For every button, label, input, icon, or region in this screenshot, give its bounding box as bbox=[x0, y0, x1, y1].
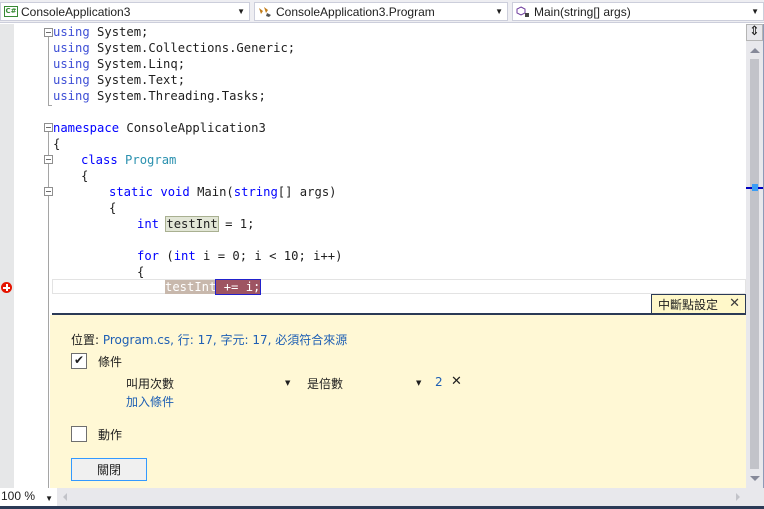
scroll-left-icon[interactable] bbox=[63, 493, 67, 501]
code-line: int testInt = 1; bbox=[137, 216, 255, 232]
breakpoint-settings-tab: 中斷點設定 ✕ bbox=[651, 294, 746, 314]
conditions-label: 條件 bbox=[98, 355, 123, 369]
code-line: for (int i = 0; i < 10; i++) bbox=[137, 249, 343, 263]
remove-condition-icon[interactable]: ✕ bbox=[451, 374, 462, 389]
member-dropdown[interactable]: Main(string[] args) ▼ bbox=[512, 2, 764, 21]
code-line: { bbox=[81, 169, 89, 183]
close-icon[interactable]: ✕ bbox=[729, 296, 740, 311]
code-line: using System.Collections.Generic; bbox=[53, 41, 296, 55]
class-dropdown[interactable]: ConsoleApplication3.Program ▼ bbox=[254, 2, 508, 21]
zoom-dropdown[interactable]: 100 % ▼ bbox=[0, 488, 57, 506]
code-line: { bbox=[137, 265, 145, 279]
code-line: using System; bbox=[53, 25, 149, 39]
method-icon bbox=[516, 5, 530, 18]
collapse-toggle[interactable] bbox=[44, 123, 53, 132]
chevron-down-icon: ▼ bbox=[751, 7, 759, 16]
scroll-up-icon[interactable] bbox=[750, 48, 760, 53]
location-line: 位置: Program.cs, 行: 17, 字元: 17, 必須符合來源 bbox=[71, 331, 347, 348]
actions-label: 動作 bbox=[98, 428, 123, 442]
scrollbar-thumb[interactable] bbox=[750, 59, 759, 469]
outline-guide bbox=[48, 105, 52, 106]
code-editor-window: C# ConsoleApplication3 ▼ ConsoleApplicat… bbox=[0, 0, 764, 509]
outline-guide bbox=[48, 36, 49, 106]
location-link[interactable]: Program.cs, 行: 17, 字元: 17, 必須符合來源 bbox=[99, 333, 347, 347]
code-line: namespace ConsoleApplication3 bbox=[53, 121, 266, 135]
code-line: { bbox=[109, 201, 117, 215]
code-line: using System.Text; bbox=[53, 73, 186, 87]
code-line: class Program bbox=[81, 153, 177, 167]
chevron-down-icon: ▼ bbox=[495, 7, 503, 16]
chevron-down-icon: ▼ bbox=[45, 494, 53, 503]
collapse-toggle[interactable] bbox=[44, 187, 53, 196]
condition-operator-dropdown[interactable]: 是倍數 bbox=[307, 375, 343, 392]
split-window-icon[interactable]: ⇕ bbox=[746, 24, 763, 41]
scroll-right-icon[interactable] bbox=[736, 493, 740, 501]
add-condition-link[interactable]: 加入條件 bbox=[126, 393, 174, 410]
breakpoint-marker bbox=[752, 184, 758, 191]
csharp-project-icon: C# bbox=[4, 6, 18, 17]
location-label: 位置: bbox=[71, 333, 100, 347]
collapse-toggle[interactable] bbox=[44, 155, 53, 164]
condition-value-input[interactable]: 2 bbox=[435, 375, 443, 389]
outline-guide bbox=[48, 132, 49, 488]
navigation-bar: C# ConsoleApplication3 ▼ ConsoleApplicat… bbox=[0, 0, 764, 23]
breakpoint-code-line: testInt += i; bbox=[165, 279, 262, 295]
class-dropdown-label: ConsoleApplication3.Program bbox=[276, 4, 435, 19]
conditions-checkbox[interactable] bbox=[71, 353, 87, 369]
breakpoint-settings-panel: 位置: Program.cs, 行: 17, 字元: 17, 必須符合來源 條件… bbox=[52, 315, 746, 488]
member-dropdown-label: Main(string[] args) bbox=[534, 4, 631, 19]
zoom-level: 100 % bbox=[1, 489, 36, 503]
code-line: { bbox=[53, 137, 61, 151]
project-dropdown[interactable]: C# ConsoleApplication3 ▼ bbox=[0, 2, 250, 21]
condition-type-dropdown[interactable]: 叫用次數 bbox=[126, 375, 174, 392]
current-line-box bbox=[52, 279, 746, 294]
glyph-margin[interactable] bbox=[0, 24, 14, 488]
code-line: using System.Linq; bbox=[53, 57, 186, 71]
code-line: using System.Threading.Tasks; bbox=[53, 89, 266, 103]
actions-checkbox[interactable] bbox=[71, 426, 87, 442]
chevron-down-icon[interactable]: ▼ bbox=[285, 379, 290, 387]
scroll-down-icon[interactable] bbox=[750, 476, 760, 481]
project-dropdown-label: ConsoleApplication3 bbox=[21, 4, 131, 19]
code-line: static void Main(string[] args) bbox=[109, 185, 337, 199]
reference-highlight: testInt bbox=[165, 216, 219, 232]
chevron-down-icon[interactable]: ▼ bbox=[416, 379, 421, 387]
collapse-toggle[interactable] bbox=[44, 28, 53, 37]
close-button[interactable]: 關閉 bbox=[71, 458, 147, 481]
horizontal-scroll-bar: 100 % ▼ bbox=[0, 488, 764, 506]
vertical-scrollbar[interactable]: ⇕ bbox=[746, 24, 764, 488]
chevron-down-icon: ▼ bbox=[237, 7, 245, 16]
breakpoint-settings-title: 中斷點設定 bbox=[658, 298, 719, 312]
breakpoint-icon[interactable] bbox=[1, 282, 12, 293]
class-icon bbox=[258, 6, 272, 18]
